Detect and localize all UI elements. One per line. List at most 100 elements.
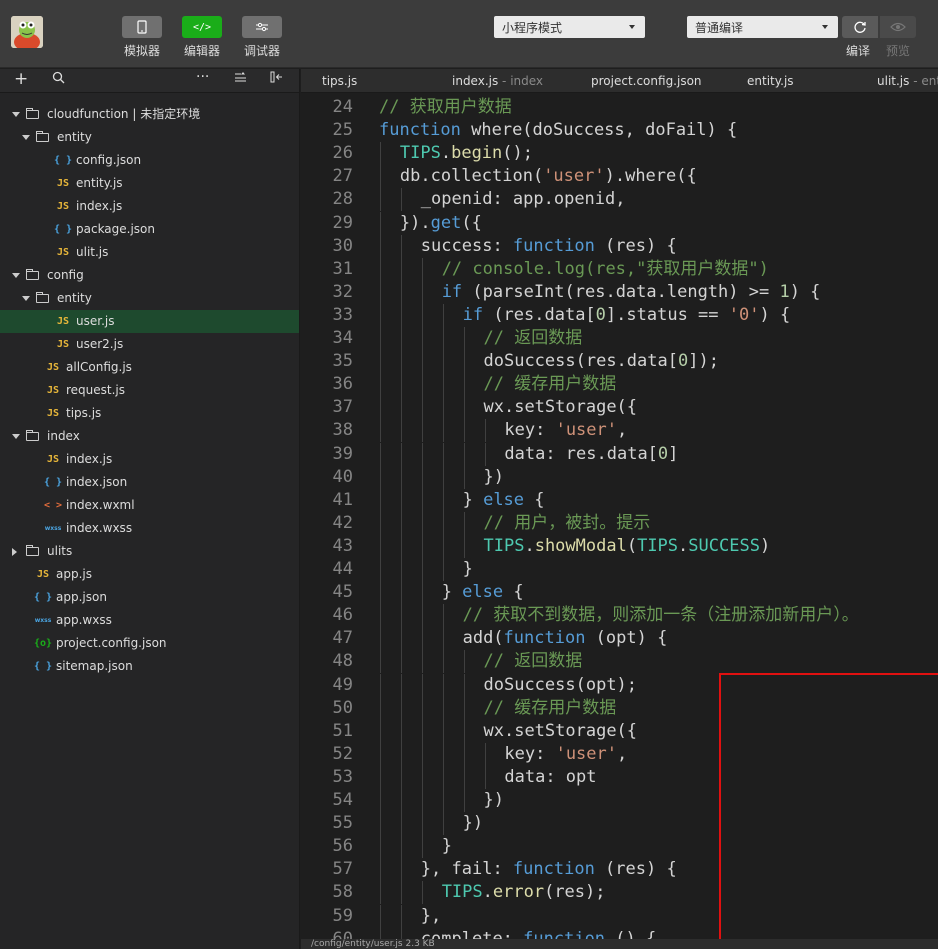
tree-item[interactable]: JS request.js (0, 379, 299, 402)
tree-item[interactable]: { } app.json (0, 586, 299, 609)
compile-mode-select[interactable]: 普通编译 (687, 16, 838, 38)
code-line[interactable]: 33 if (res.data[0].status == '0') { (301, 303, 938, 327)
split-icon[interactable] (270, 71, 284, 87)
code-token: (opt) { (585, 628, 668, 649)
code-line[interactable]: 31 // console.log(res,"获取用户数据") (301, 257, 938, 281)
code-line[interactable]: 52 key: 'user', (301, 742, 938, 766)
code-line[interactable]: 57}, fail: function (res) { (301, 858, 938, 882)
code-line[interactable]: 50 // 缓存用户数据 (301, 696, 938, 720)
code-line[interactable]: 24 // 获取用户数据 (301, 96, 938, 119)
code-line[interactable]: 44} (301, 558, 938, 581)
code-line[interactable]: 45} else { (301, 581, 938, 605)
line-number: 28 (332, 189, 353, 210)
tree-item[interactable]: JS index.js (0, 448, 299, 471)
code-line[interactable]: 54}) (301, 789, 938, 812)
code-line[interactable]: 37 wx.setStorage({ (301, 396, 938, 420)
indent-guide (400, 234, 402, 258)
code-line[interactable]: 28 _openid: app.openid, (301, 188, 938, 212)
tree-item[interactable]: entity (0, 126, 299, 149)
code-line[interactable]: 29}).get({ (301, 211, 938, 235)
code-token: key: (504, 743, 556, 764)
code-line[interactable]: 58 TIPS.error(res); (301, 881, 938, 905)
code-editor[interactable]: 24 // 获取用户数据 25 function where(doSuccess, d… (301, 94, 938, 939)
code-line[interactable]: 41} else { (301, 488, 938, 512)
tree-item[interactable]: config (0, 264, 299, 287)
tree-item[interactable]: entity (0, 287, 299, 310)
code-line[interactable]: 35 doSuccess(res.data[0]); (301, 350, 938, 374)
editor-tab[interactable]: ulit.js - entity (877, 69, 938, 92)
code-line[interactable]: 26 TIPS.begin(); (301, 142, 938, 166)
code-line[interactable]: 32 if (parseInt(res.data.length) >= 1) { (301, 280, 938, 304)
code-line[interactable]: 42 // 用户，被封。提示 (301, 511, 938, 535)
tree-item[interactable]: ulits (0, 540, 299, 563)
indent-guide (400, 188, 402, 212)
tree-item[interactable]: JS index.js (0, 195, 299, 218)
line-number: 30 (332, 235, 353, 256)
editor-tab[interactable]: index.js - index (452, 69, 543, 92)
chevron-down-icon[interactable] (22, 296, 30, 301)
code-line[interactable]: 43 TIPS.showModal(TIPS.SUCCESS) (301, 534, 938, 558)
tree-item[interactable]: { } config.json (0, 149, 299, 172)
tree-item[interactable]: JS allConfig.js (0, 356, 299, 379)
editor-tab[interactable]: tips.js (322, 69, 357, 92)
code-line[interactable]: 49 doSuccess(opt); (301, 673, 938, 697)
code-line[interactable]: 25 function where(doSuccess, doFail) { (301, 119, 938, 142)
code-line[interactable]: 46 // 获取不到数据，则添加一条（注册添加新用户）。 (301, 604, 938, 628)
compile-button[interactable] (842, 16, 878, 38)
collapse-all-icon[interactable] (234, 71, 247, 87)
code-line[interactable]: 47 add(function (opt) { (301, 627, 938, 651)
simulator-button[interactable] (122, 16, 162, 38)
tree-item[interactable]: JS tips.js (0, 402, 299, 425)
chevron-down-icon[interactable] (12, 273, 20, 278)
tree-item[interactable]: wxss index.wxss (0, 517, 299, 540)
sliders-icon (256, 22, 268, 32)
code-line[interactable]: 27 db.collection('user').where({ (301, 165, 938, 189)
code-line[interactable]: 55}) (301, 812, 938, 836)
tree-item[interactable]: { } package.json (0, 218, 299, 241)
mode-select[interactable]: 小程序模式 (494, 16, 645, 38)
editor-button[interactable]: </> (182, 16, 222, 38)
indent-guide (380, 719, 381, 743)
code-line[interactable]: 59}, (301, 904, 938, 928)
code-line[interactable]: 30 success: function (res) { (301, 234, 938, 258)
tree-item[interactable]: JS user2.js (0, 333, 299, 356)
tree-item[interactable]: { } index.json (0, 471, 299, 494)
more-icon[interactable]: ··· (196, 69, 209, 85)
preview-button[interactable] (880, 16, 916, 38)
tree-item[interactable]: {o} project.config.json (0, 632, 299, 655)
tree-item[interactable]: { } sitemap.json (0, 655, 299, 678)
code-line[interactable]: 36 // 缓存用户数据 (301, 373, 938, 397)
tree-item[interactable]: cloudfunction | 未指定环境 (0, 103, 299, 126)
chevron-right-icon[interactable] (12, 548, 17, 556)
code-token: }) (462, 813, 484, 834)
tree-item[interactable]: JS user.js (0, 310, 299, 333)
tree-item[interactable]: JS app.js (0, 563, 299, 586)
code-line[interactable]: 38 key: 'user', (301, 419, 938, 443)
tree-item[interactable]: JS ulit.js (0, 241, 299, 264)
code-line[interactable]: 51 wx.setStorage({ (301, 719, 938, 743)
tree-item-label: index.json (66, 475, 128, 489)
code-line[interactable]: 53 data: opt (301, 765, 938, 789)
search-icon[interactable] (52, 71, 65, 88)
code-line[interactable]: 60 complete: function () { (301, 927, 938, 939)
editor-tab[interactable]: project.config.json (591, 69, 702, 92)
js-file-icon: JS (56, 339, 70, 350)
chevron-down-icon[interactable] (12, 112, 20, 117)
tree-item[interactable]: index (0, 425, 299, 448)
chevron-down-icon[interactable] (22, 135, 30, 140)
code-line[interactable]: 48 // 返回数据 (301, 650, 938, 674)
tree-item[interactable]: wxss app.wxss (0, 609, 299, 632)
indent-guide (400, 303, 402, 327)
tree-item[interactable]: JS entity.js (0, 172, 299, 195)
code-line[interactable]: 39 data: res.data[0] (301, 442, 938, 466)
code-line[interactable]: 40}) (301, 465, 938, 489)
code-line[interactable]: 56} (301, 835, 938, 859)
debugger-button[interactable] (242, 16, 282, 38)
code-line[interactable]: 34 // 返回数据 (301, 327, 938, 350)
editor-tab[interactable]: entity.js (747, 69, 794, 92)
user-avatar[interactable] (11, 16, 43, 48)
chevron-down-icon[interactable] (12, 434, 20, 439)
tree-item-label: entity.js (76, 176, 123, 190)
add-icon[interactable]: + (14, 69, 28, 89)
tree-item[interactable]: < > index.wxml (0, 494, 299, 517)
